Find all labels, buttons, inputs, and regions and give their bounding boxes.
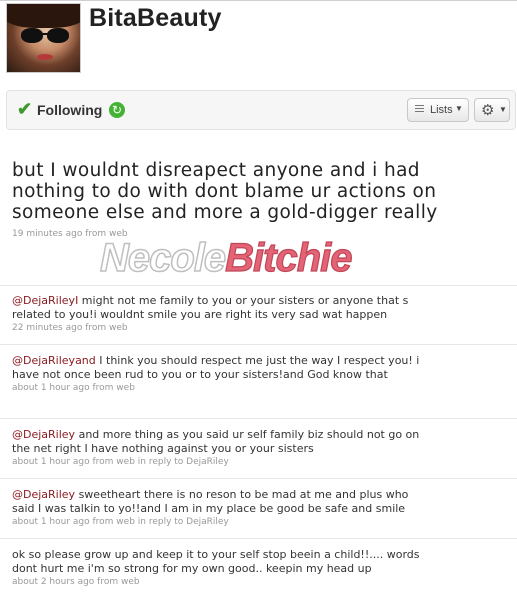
divider xyxy=(0,344,517,345)
following-status[interactable]: Following xyxy=(37,102,102,118)
mention-link[interactable]: @DejaRiley xyxy=(12,428,75,441)
watermark-part1: Necole xyxy=(99,235,227,281)
tweet-meta[interactable]: about 1 hour ago from web xyxy=(12,383,432,393)
tweet-meta[interactable]: about 1 hour ago from web in reply to De… xyxy=(12,457,432,467)
divider xyxy=(0,478,517,479)
profile-screen-name: BitaBeauty xyxy=(89,4,222,32)
avatar[interactable] xyxy=(6,3,81,73)
avatar-lips xyxy=(37,54,53,60)
tweet-text: @DejaRileyand I think you should respect… xyxy=(12,354,432,382)
divider xyxy=(0,538,517,539)
watermark-part2: Bitchie xyxy=(225,235,354,280)
main-tweet-text: but I wouldnt disreapect anyone and i ha… xyxy=(12,160,438,223)
sunglasses-lens-right xyxy=(47,28,69,43)
refresh-icon[interactable]: ↻ xyxy=(109,102,125,118)
tweet-meta[interactable]: 22 minutes ago from web xyxy=(12,323,432,333)
tweet-item: ok so please grow up and keep it to your… xyxy=(12,548,432,587)
settings-button[interactable]: ⚙ ▼ xyxy=(474,98,510,122)
tweet-meta[interactable]: about 2 hours ago from web xyxy=(12,577,432,587)
list-icon xyxy=(415,105,424,114)
tweet-item: @DejaRiley sweetheart there is no reson … xyxy=(12,488,432,527)
tweet-text: @DejaRiley sweetheart there is no reson … xyxy=(12,488,432,516)
chevron-down-icon: ▼ xyxy=(499,105,507,114)
mention-link[interactable]: @DejaRiley xyxy=(12,488,75,501)
tweet-text: ok so please grow up and keep it to your… xyxy=(12,548,420,575)
lists-button[interactable]: Lists ▼ xyxy=(407,98,469,122)
tweet-text: @DejaRiley and more thing as you said ur… xyxy=(12,428,432,456)
sunglasses-lens-left xyxy=(21,28,43,43)
tweet-item: @DejaRiley and more thing as you said ur… xyxy=(12,428,432,467)
sunglasses-bridge xyxy=(42,33,48,35)
mention-link[interactable]: @DejaRileyI xyxy=(12,294,78,307)
watermark: NecoleBitchie xyxy=(99,235,354,281)
chevron-down-icon: ▼ xyxy=(455,104,463,113)
tweet-item: @DejaRileyI might not me family to you o… xyxy=(12,294,432,333)
tweet-meta[interactable]: about 1 hour ago from web in reply to De… xyxy=(12,517,432,527)
main-tweet: but I wouldnt disreapect anyone and i ha… xyxy=(12,160,442,239)
top-border xyxy=(0,0,517,1)
follow-actions-bar: ✔ Following ↻ Lists ▼ ⚙ ▼ xyxy=(6,90,516,130)
mention-link[interactable]: @DejaRileyand xyxy=(12,354,96,367)
divider xyxy=(0,285,517,286)
gear-icon: ⚙ xyxy=(481,102,495,119)
tweet-text: @DejaRileyI might not me family to you o… xyxy=(12,294,432,322)
divider xyxy=(0,418,517,419)
lists-label: Lists xyxy=(430,104,453,116)
tweet-item: @DejaRileyand I think you should respect… xyxy=(12,354,432,393)
avatar-hair xyxy=(7,4,80,28)
check-icon: ✔ xyxy=(17,99,33,119)
